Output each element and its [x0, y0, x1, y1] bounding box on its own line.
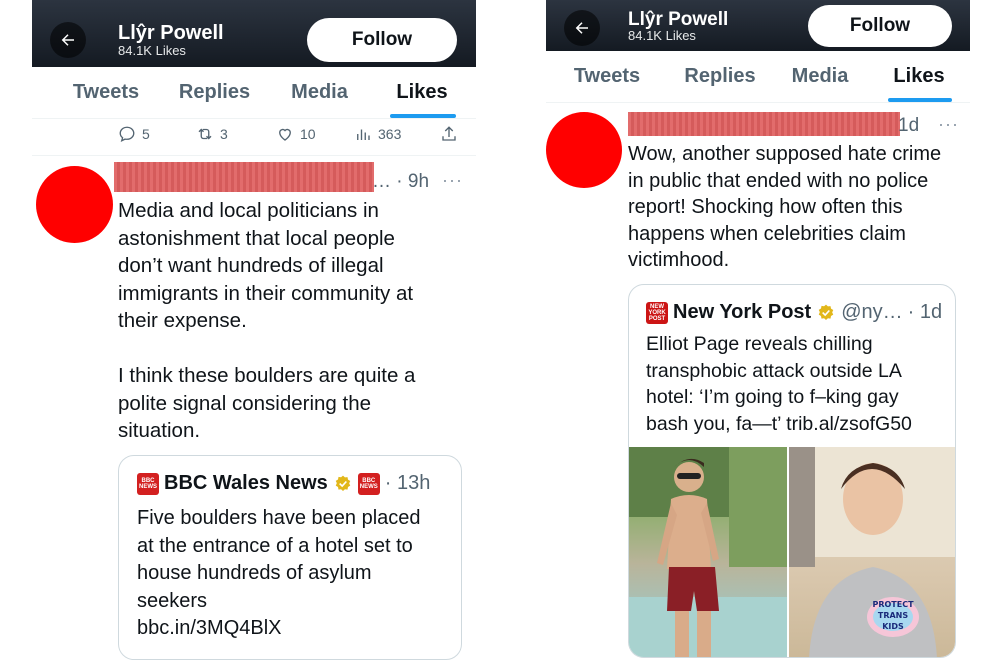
quoted-tweet[interactable]: NEW YORK POST New York Post @ny… · 1d Elli…: [628, 284, 956, 658]
ellipsis: …: [372, 171, 391, 192]
tab-tweets[interactable]: Tweets: [552, 51, 662, 102]
arrow-left-icon: [61, 34, 74, 46]
retweet-icon: [198, 128, 212, 140]
reply-action[interactable]: 5: [118, 120, 150, 148]
verified-badge-icon: [335, 475, 350, 491]
quoted-author-name: New York Post: [673, 301, 812, 323]
profile-header: Llŷr Powell 84.1K Likes Follow: [546, 0, 970, 51]
tweet-meta: … · 9h: [372, 171, 430, 192]
profile-name: Llŷr Powell: [118, 22, 224, 44]
quoted-author-handle: @ny…: [841, 301, 903, 323]
avatar[interactable]: [36, 166, 113, 243]
follow-button[interactable]: Follow: [808, 5, 952, 47]
profile-header: Llŷr Powell 84.1K Likes Follow: [32, 0, 476, 67]
tab-replies[interactable]: Replies: [668, 51, 772, 102]
views-chart-icon: [357, 129, 370, 140]
tab-media[interactable]: Media: [774, 51, 866, 102]
photo-portrait-illustration: PROTECT TRANS KIDS: [789, 447, 955, 657]
profile-tabs: Tweets Replies Media Likes: [546, 51, 970, 103]
bbc-news-logo: BBC NEWS: [137, 472, 159, 495]
more-options-icon[interactable]: ···: [442, 170, 463, 191]
tab-replies[interactable]: Replies: [162, 67, 267, 118]
bbc-news-affiliate-logo: BBC NEWS: [357, 472, 380, 495]
more-options-icon[interactable]: ···: [938, 114, 959, 135]
redacted-username: [628, 112, 900, 136]
sweater-text-line2: TRANS: [878, 611, 909, 620]
arrow-left-icon: [575, 22, 588, 34]
profile-likes-count: 84.1K Likes: [118, 43, 186, 58]
tweet-text: Wow, another supposed hate crime in publ…: [628, 143, 942, 271]
tab-media[interactable]: Media: [272, 67, 367, 118]
photo-shirtless-man[interactable]: [629, 447, 787, 657]
active-tab-indicator: [390, 114, 456, 118]
avatar[interactable]: [546, 112, 622, 188]
tweet-time: 9h: [407, 171, 430, 192]
sweater-text-line3: KIDS: [882, 622, 904, 631]
back-button[interactable]: [564, 10, 600, 46]
tab-likes[interactable]: Likes: [378, 67, 466, 118]
quoted-tweet-text: Elliot Page reveals chilling transphobic…: [646, 333, 912, 435]
quoted-tweet-time: 1d: [919, 301, 943, 323]
follow-button[interactable]: Follow: [307, 18, 457, 62]
left-screenshot: Llŷr Powell 84.1K Likes Follow Tweets Re…: [32, 0, 476, 666]
tweet-text: Media and local politicians in astonishm…: [118, 199, 416, 442]
redacted-username: [114, 162, 374, 192]
quoted-tweet-header: NEW YORK POST New York Post @ny… · 1d: [646, 301, 942, 324]
quoted-tweet-header: BBC NEWS BBC Wales News BBC NEWS · 13h: [137, 472, 431, 495]
photo-sweater-portrait[interactable]: PROTECT TRANS KIDS: [789, 447, 955, 657]
like-count: 10: [300, 126, 316, 142]
view-count: 363: [378, 126, 402, 142]
quoted-tweet[interactable]: BBC NEWS BBC Wales News BBC NEWS · 13h Fiv…: [118, 455, 462, 660]
retweet-count: 3: [220, 126, 228, 142]
tweet-meta: 1d: [898, 115, 919, 137]
profile-tabs: Tweets Replies Media Likes: [32, 67, 476, 119]
share-action[interactable]: [440, 120, 458, 148]
profile-likes-count: 84.1K Likes: [628, 28, 696, 43]
active-tab-indicator: [888, 98, 952, 102]
quoted-tweet-time: 13h: [396, 472, 431, 494]
reply-count: 5: [142, 126, 150, 142]
tab-tweets[interactable]: Tweets: [46, 67, 166, 118]
heart-icon: [279, 128, 291, 141]
quoted-author-name: BBC Wales News: [164, 472, 328, 494]
sweater-text-line1: PROTECT: [872, 600, 914, 609]
tweet-time: 1d: [898, 115, 920, 136]
new-york-post-logo: NEW YORK POST: [646, 301, 668, 324]
back-button[interactable]: [50, 22, 86, 58]
quoted-tweet-text: Five boulders have been placed at the en…: [137, 507, 421, 639]
views-action[interactable]: 363: [354, 120, 401, 148]
tab-likes[interactable]: Likes: [876, 51, 962, 102]
share-icon: [442, 126, 456, 141]
reply-icon: [119, 126, 135, 143]
tweet-actions-row: 5 3 10 363: [32, 120, 476, 156]
retweet-action[interactable]: 3: [196, 120, 228, 148]
right-screenshot: Llŷr Powell 84.1K Likes Follow Tweets Re…: [546, 0, 970, 666]
like-action[interactable]: 10: [276, 120, 316, 148]
verified-badge-icon: [818, 304, 834, 320]
photo-figure-illustration: [629, 447, 787, 657]
